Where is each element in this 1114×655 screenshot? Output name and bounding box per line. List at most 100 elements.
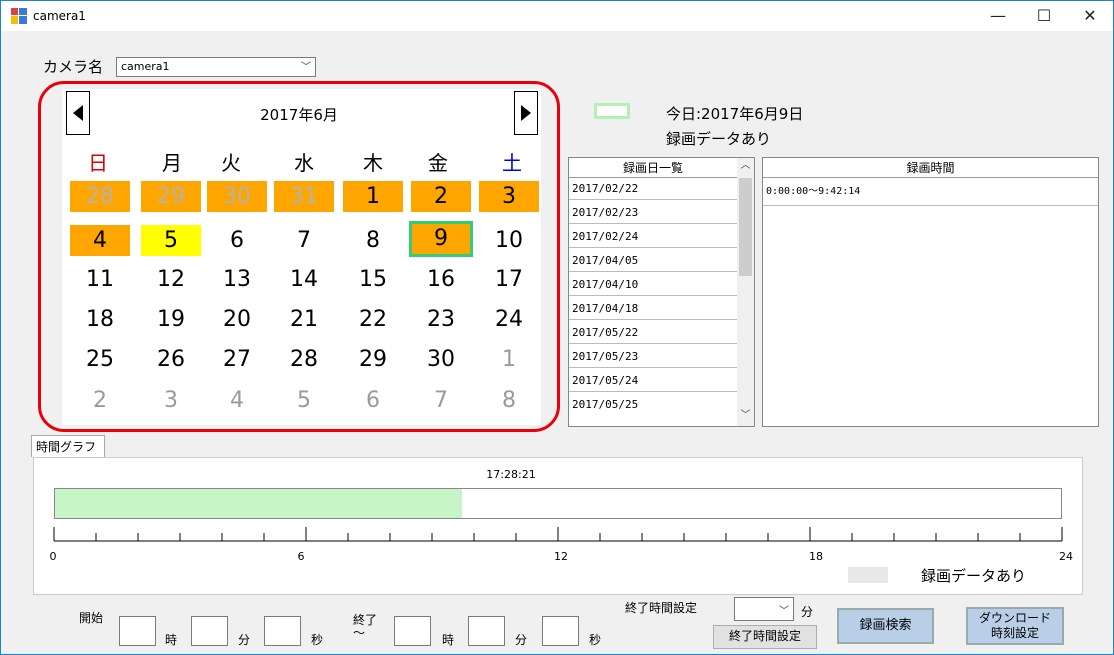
calendar-day[interactable]: 8 bbox=[479, 385, 539, 416]
calendar-day[interactable]: 30 bbox=[207, 181, 267, 212]
list-item[interactable]: 2017/04/05 bbox=[569, 250, 737, 272]
calendar-day[interactable]: 1 bbox=[479, 344, 539, 375]
calendar-day[interactable]: 3 bbox=[141, 385, 201, 416]
triangle-left-icon bbox=[73, 105, 83, 121]
end-minute-unit: 分 bbox=[515, 633, 528, 647]
list-item[interactable]: 2017/05/25 bbox=[569, 394, 737, 416]
endtime-setting-label: 終了時間設定 bbox=[625, 601, 698, 615]
start-hour-input[interactable] bbox=[119, 616, 156, 646]
calendar-day[interactable]: 7 bbox=[411, 385, 471, 416]
list-item[interactable]: 0:00:00〜9:42:14 bbox=[763, 178, 1098, 206]
axis-label-12: 12 bbox=[554, 550, 568, 563]
chevron-up-icon[interactable]: ︿ bbox=[737, 158, 754, 174]
calendar-day[interactable]: 27 bbox=[207, 344, 267, 375]
calendar-day[interactable]: 2 bbox=[70, 385, 130, 416]
axis-label-18: 18 bbox=[809, 550, 823, 563]
calendar-day[interactable]: 14 bbox=[274, 264, 334, 295]
calendar-day[interactable]: 24 bbox=[479, 304, 539, 335]
list-item[interactable]: 2017/02/24 bbox=[569, 226, 737, 248]
recorded-dates-list[interactable]: 録画日一覧 2017/02/22 2017/02/23 2017/02/24 2… bbox=[568, 157, 755, 427]
calendar-day[interactable]: 23 bbox=[411, 304, 471, 335]
app-window: camera1 — ☐ ✕ カメラ名 camera1 ﹀ 2017年6月 日 月… bbox=[0, 0, 1114, 655]
calendar-day[interactable]: 4 bbox=[70, 225, 130, 256]
calendar-day[interactable]: 15 bbox=[343, 264, 403, 295]
calendar-day[interactable]: 5 bbox=[274, 385, 334, 416]
calendar-day[interactable]: 28 bbox=[274, 344, 334, 375]
calendar-highlight-outline bbox=[38, 81, 560, 432]
prev-month-button[interactable] bbox=[66, 91, 90, 135]
has-data-label: 録画データあり bbox=[666, 130, 772, 148]
calendar-day[interactable]: 29 bbox=[141, 181, 201, 212]
calendar-day[interactable]: 19 bbox=[141, 304, 201, 335]
calendar-day[interactable]: 21 bbox=[274, 304, 334, 335]
chevron-down-icon: ﹀ bbox=[779, 606, 789, 617]
endtime-minutes-select[interactable]: ﹀ bbox=[734, 597, 794, 621]
endtime-setting-button[interactable]: 終了時間設定 bbox=[713, 625, 817, 649]
calendar-day[interactable]: 2 bbox=[411, 181, 471, 212]
calendar-day[interactable]: 3 bbox=[479, 181, 539, 212]
calendar-day[interactable]: 1 bbox=[343, 181, 403, 212]
calendar-day[interactable]: 8 bbox=[343, 225, 403, 256]
start-minute-input[interactable] bbox=[191, 616, 228, 646]
calendar-day[interactable]: 13 bbox=[207, 264, 267, 295]
calendar-day[interactable]: 11 bbox=[70, 264, 130, 295]
end-second-input[interactable] bbox=[542, 616, 579, 646]
calendar-day-selected[interactable]: 5 bbox=[141, 225, 201, 256]
graph-legend-swatch bbox=[848, 567, 888, 583]
close-button[interactable]: ✕ bbox=[1067, 1, 1113, 31]
recorded-times-list[interactable]: 録画時間 0:00:00〜9:42:14 bbox=[762, 157, 1099, 427]
list-item[interactable]: 2017/05/23 bbox=[569, 346, 737, 368]
download-time-setting-button[interactable]: ダウンロード 時刻設定 bbox=[966, 607, 1064, 645]
calendar-day[interactable]: 25 bbox=[70, 344, 130, 375]
scrollbar-thumb[interactable] bbox=[739, 178, 752, 276]
time-axis bbox=[53, 527, 1063, 542]
start-minute-unit: 分 bbox=[238, 633, 251, 647]
calendar-day[interactable]: 10 bbox=[479, 225, 539, 256]
calendar-day[interactable]: 20 bbox=[207, 304, 267, 335]
list-item[interactable]: 2017/02/23 bbox=[569, 202, 737, 224]
tab-time-graph[interactable]: 時間グラフ bbox=[31, 435, 105, 457]
camera-select[interactable]: camera1 ﹀ bbox=[116, 57, 316, 77]
calendar-day[interactable]: 6 bbox=[343, 385, 403, 416]
calendar-day[interactable]: 4 bbox=[207, 385, 267, 416]
weekday-sat: 土 bbox=[502, 151, 522, 175]
calendar-day[interactable]: 29 bbox=[343, 344, 403, 375]
record-search-button[interactable]: 録画検索 bbox=[837, 608, 934, 644]
calendar-day[interactable]: 26 bbox=[141, 344, 201, 375]
app-icon bbox=[11, 8, 27, 24]
list-item[interactable]: 2017/05/24 bbox=[569, 370, 737, 392]
calendar-day[interactable]: 22 bbox=[343, 304, 403, 335]
axis-label-24: 24 bbox=[1059, 550, 1073, 563]
start-second-unit: 秒 bbox=[311, 633, 324, 647]
next-month-button[interactable] bbox=[514, 91, 538, 135]
triangle-right-icon bbox=[521, 105, 531, 121]
calendar-day[interactable]: 17 bbox=[479, 264, 539, 295]
calendar-day[interactable]: 12 bbox=[141, 264, 201, 295]
end-hour-input[interactable] bbox=[394, 616, 431, 646]
end-minute-input[interactable] bbox=[468, 616, 505, 646]
maximize-button[interactable]: ☐ bbox=[1021, 1, 1067, 31]
weekday-sun: 日 bbox=[88, 151, 108, 175]
endtime-minutes-unit: 分 bbox=[801, 605, 814, 619]
time-graph-bar[interactable] bbox=[54, 488, 1062, 519]
list-item[interactable]: 2017/04/10 bbox=[569, 274, 737, 296]
start-label: 開始 bbox=[79, 611, 104, 625]
list-scrollbar[interactable]: ︿ ﹀ bbox=[737, 158, 754, 426]
calendar-day[interactable]: 7 bbox=[274, 225, 334, 256]
chevron-down-icon: ﹀ bbox=[301, 62, 311, 73]
list-item[interactable]: 2017/05/22 bbox=[569, 322, 737, 344]
start-second-input[interactable] bbox=[264, 616, 301, 646]
list-item[interactable]: 2017/02/22 bbox=[569, 178, 737, 200]
minimize-button[interactable]: — bbox=[975, 1, 1021, 31]
calendar-day[interactable]: 18 bbox=[70, 304, 130, 335]
recorded-range-fill bbox=[55, 489, 462, 518]
calendar-day[interactable]: 28 bbox=[70, 181, 130, 212]
range-tilde: 〜 bbox=[353, 626, 366, 640]
calendar-day[interactable]: 16 bbox=[411, 264, 471, 295]
calendar-day-today[interactable]: 9 bbox=[409, 221, 473, 257]
list-item[interactable]: 2017/04/18 bbox=[569, 298, 737, 320]
chevron-down-icon[interactable]: ﹀ bbox=[737, 408, 754, 424]
calendar-day[interactable]: 31 bbox=[274, 181, 334, 212]
calendar-day[interactable]: 30 bbox=[411, 344, 471, 375]
calendar-day[interactable]: 6 bbox=[207, 225, 267, 256]
